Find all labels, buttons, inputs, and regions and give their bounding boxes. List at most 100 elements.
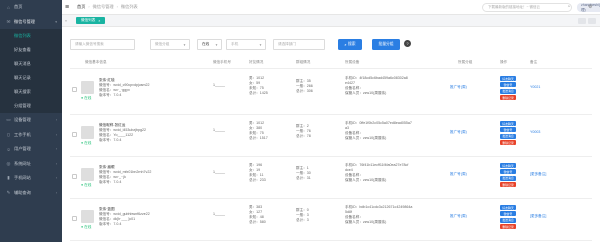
sidebar-item-label: 好友查看 [14, 47, 31, 52]
account-button[interactable]: 微信号 [500, 211, 516, 217]
tab-menu-icon[interactable] [588, 18, 596, 24]
sidebar-item[interactable]: ☺ 用户管理 ‹ [0, 142, 62, 157]
delete-records-button[interactable]: 删除记录 [500, 140, 516, 146]
group-stat: 群主：0 [296, 208, 309, 212]
account-button[interactable]: 微信号 [500, 127, 516, 133]
remark-link[interactable]: Y0003 [530, 130, 540, 135]
chat-button[interactable]: 好友聊天 [500, 163, 516, 168]
group-stat: 一般：76 [296, 129, 311, 133]
sidebar-item[interactable]: ▯ 工作手机 ‹ [0, 128, 62, 143]
group-select[interactable]: 微信分组 ▼ [150, 39, 190, 50]
status-select[interactable]: 在线 ▼ [197, 39, 222, 50]
close-icon[interactable]: × [98, 19, 100, 23]
sidebar-item-label: 聊天搜索 [14, 89, 31, 94]
phone-select[interactable]: 手机 ▼ [226, 39, 266, 50]
chevron-icon: ‹ [55, 176, 57, 181]
sidebar-item[interactable]: 聊天记录 [0, 71, 62, 85]
chevron-icon: ▾ [55, 19, 57, 24]
sidebar-item[interactable]: ⌂ 首页 [0, 0, 62, 15]
sidebar-item[interactable]: 好友查看 [0, 43, 62, 57]
table-row: 微信昵称-张红运 微信号：wxid_l453ubzjbpg22 微信名：Yo____… [70, 115, 592, 157]
chevron-down-icon: ▼ [183, 42, 186, 47]
sidebar-item[interactable]: 聊天搜索 [0, 85, 62, 99]
wechat-version: 版本号：7.0.4 [99, 93, 122, 97]
breadcrumb-section[interactable]: 微信号管理 [93, 4, 114, 10]
sidebar-item-label: 设备管理 [14, 117, 31, 123]
group-link[interactable]: 推广号(周) [450, 85, 467, 90]
sidebar-item[interactable]: ▮ 手机网站 ‹ [0, 171, 62, 186]
sidebar-item-label: 用户管理 [14, 146, 31, 152]
tab-scroll-left-icon[interactable]: « [62, 18, 70, 23]
bell-icon[interactable]: ◔ [567, 4, 570, 10]
group-link[interactable]: 推广号(周) [450, 130, 467, 135]
chat-button[interactable]: 好友聊天 [500, 76, 516, 81]
row-actions: 好友聊天 微信号 发送消息 删除记录 [500, 121, 516, 147]
menu-toggle-icon[interactable]: ≡ [65, 4, 74, 11]
sidebar-item-label: 聊天记录 [14, 75, 31, 80]
row-checkbox[interactable] [72, 132, 77, 137]
delete-records-button[interactable]: 删除记录 [500, 182, 516, 188]
group-stat: 一般：266 [296, 84, 313, 88]
group-link[interactable]: 推广号(周) [450, 172, 467, 177]
tab-wechat-list[interactable]: 微信列表 × [76, 17, 106, 24]
wechat-alias: 微信名：wx·_··jk [99, 175, 126, 179]
group-stat: 一般：30 [296, 171, 311, 175]
friend-stat: 女：59 [249, 81, 261, 85]
device-info: 设备名称： [345, 131, 363, 135]
wechat-search-input[interactable]: 请输入微信号搜索 [70, 39, 135, 50]
sidebar-item[interactable]: 聊天消息 [0, 57, 62, 71]
sidebar-item[interactable]: ▭ 设备管理 ‹ [0, 113, 62, 128]
column-header: 微信手机号 [213, 60, 231, 64]
breadcrumb-home[interactable]: 首页 [77, 4, 85, 10]
row-checkbox[interactable] [72, 174, 77, 179]
online-status: ● 在线 [81, 140, 92, 145]
send-message-button[interactable]: 发送消息 [500, 133, 516, 139]
friend-stat: 未知：75 [249, 131, 264, 135]
send-message-button[interactable]: 发送消息 [500, 175, 516, 181]
tab-controls [576, 18, 596, 24]
send-message-button[interactable]: 发送消息 [500, 88, 516, 94]
top-search-input[interactable]: 下载最新版的链接地址！~ 微信云 [482, 3, 572, 12]
sidebar-item[interactable]: ✉ 微信号管理 ▾ [0, 15, 62, 30]
settings-icon[interactable]: ⚙ [588, 4, 592, 10]
chat-button[interactable]: 好友聊天 [500, 205, 516, 210]
avatar [81, 210, 94, 223]
sidebar-item[interactable]: ✎ 辅助查询 ‹ [0, 186, 62, 201]
tab-scroll-right-icon[interactable] [578, 18, 586, 24]
account-button[interactable]: 微信号 [500, 169, 516, 175]
send-message-button[interactable]: 发送消息 [500, 217, 516, 223]
sidebar-item[interactable]: ◎ 系统网址 ‹ [0, 157, 62, 172]
remark-link[interactable]: [更多备注] [530, 172, 546, 177]
account-button[interactable]: 微信号 [500, 82, 516, 88]
sidebar-item[interactable]: 分组管理 [0, 99, 62, 113]
device-info: 设备名称： [345, 215, 363, 219]
device-info: a3 [345, 126, 349, 130]
sidebar-item[interactable]: 微信列表 [0, 29, 62, 43]
device-info: 保管人员：zzw10(周展伟) [345, 178, 387, 182]
breadcrumb-separator: › [88, 5, 90, 9]
row-checkbox[interactable] [72, 87, 77, 92]
chat-button[interactable]: 好友聊天 [500, 121, 516, 126]
avatar [81, 81, 94, 94]
tab-bar: « 微信列表 × [62, 15, 600, 27]
phone-number: 1_____ [213, 83, 225, 87]
delete-records-button[interactable]: 删除记录 [500, 224, 516, 230]
chevron-icon: ‹ [55, 161, 57, 166]
batch-group-button[interactable]: 批量分组 [372, 39, 400, 50]
search-button[interactable]: ⌕ 搜索 [338, 39, 362, 50]
remark-link[interactable]: [更多备注] [530, 214, 546, 219]
wechat-nickname: 微信昵称-张红运 [99, 123, 126, 127]
group-link[interactable]: 推广号(周) [450, 214, 467, 219]
wechat-table: 微信基本信息 微信手机号 好友情况 群组情况 所属设备 所属分组 操作 备注 张伟·红毯 微信号… [70, 57, 592, 241]
phone-select-label: 手机 [231, 42, 239, 46]
department-input[interactable]: 请选择部门 [273, 39, 325, 50]
row-checkbox[interactable] [72, 216, 77, 221]
help-icon[interactable]: ? [404, 40, 411, 47]
chevron-down-icon: ▼ [259, 42, 262, 47]
group-stat: 总计：3 [296, 218, 309, 222]
friend-stat: 女：127 [249, 210, 263, 214]
column-header: 群组情况 [296, 60, 311, 64]
device-info: 设备名称： [345, 173, 363, 177]
remark-link[interactable]: Y0021 [530, 85, 540, 90]
delete-records-button[interactable]: 删除记录 [500, 95, 516, 101]
